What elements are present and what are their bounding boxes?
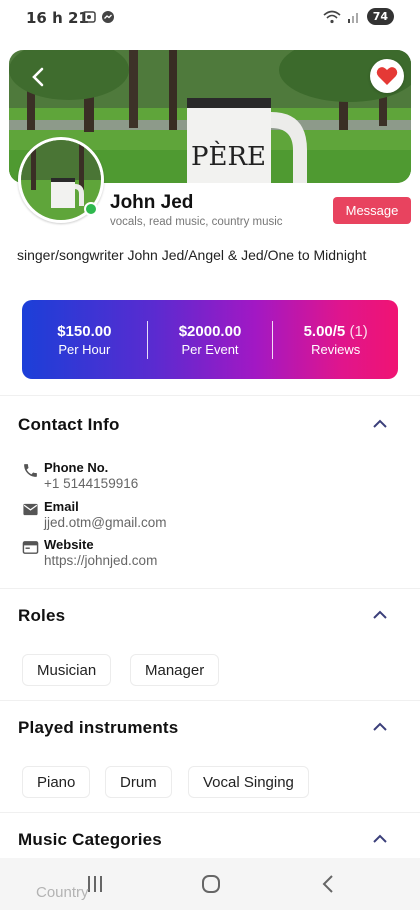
chevron-up-icon[interactable] xyxy=(372,834,388,844)
phone-value: +1 5144159916 xyxy=(44,476,139,491)
messenger-icon xyxy=(102,11,114,23)
divider xyxy=(0,700,420,701)
profile-bio: singer/songwriter John Jed/Angel & Jed/O… xyxy=(17,247,367,263)
rate-per-event-value: $2000.00 xyxy=(178,322,242,340)
role-chip: Musician xyxy=(22,654,112,686)
status-bar: 16 h 21 74 xyxy=(0,0,420,36)
email-label: Email xyxy=(44,499,79,514)
instrument-chip: Drum xyxy=(105,766,172,798)
status-time: 16 h 21 xyxy=(26,9,89,27)
status-notification-icons xyxy=(82,10,115,24)
email-value: jjed.otm@gmail.com xyxy=(44,515,167,530)
online-status-indicator xyxy=(84,202,98,216)
divider xyxy=(0,812,420,813)
mug-text: PÈRE xyxy=(191,140,266,172)
rate-reviews[interactable]: 5.00/5 (1) Reviews xyxy=(273,323,398,357)
rate-per-hour: $150.00 Per Hour xyxy=(22,323,147,357)
rate-per-event-label: Per Event xyxy=(181,341,239,357)
status-right: 74 xyxy=(323,8,394,25)
role-chip: Manager xyxy=(130,654,220,686)
rate-per-event: $2000.00 Per Event xyxy=(148,323,273,357)
chevron-up-icon[interactable] xyxy=(372,419,388,429)
screenshot-icon xyxy=(82,11,96,23)
rates-card: $150.00 Per Hour $2000.00 Per Event 5.00… xyxy=(22,300,398,379)
instruments-title: Played instruments xyxy=(18,718,179,737)
contact-info-title: Contact Info xyxy=(18,415,120,434)
rate-per-hour-label: Per Hour xyxy=(58,341,111,357)
rate-per-hour-value: $150.00 xyxy=(57,322,112,340)
home-icon[interactable] xyxy=(201,874,221,894)
chevron-up-icon[interactable] xyxy=(372,722,388,732)
reviews-score: 5.00/5 xyxy=(303,322,346,340)
wifi-icon xyxy=(323,10,341,23)
chevron-up-icon[interactable] xyxy=(372,610,388,620)
website-label: Website xyxy=(44,537,94,552)
reviews-label: Reviews xyxy=(311,341,361,357)
divider xyxy=(0,395,420,396)
signal-icon xyxy=(347,12,358,23)
back-arrow-icon[interactable] xyxy=(26,64,52,90)
website-value: https://johnjed.com xyxy=(44,553,158,568)
website-icon xyxy=(22,541,39,554)
instrument-chip: Vocal Singing xyxy=(188,766,309,798)
profile-tags: vocals, read music, country music xyxy=(110,216,283,228)
roles-title: Roles xyxy=(18,606,66,625)
category-chip: Country xyxy=(36,884,89,901)
music-categories-title: Music Categories xyxy=(18,830,162,849)
battery-indicator: 74 xyxy=(366,8,394,25)
reviews-count: (1) xyxy=(349,322,368,340)
heart-icon xyxy=(376,67,398,85)
message-button[interactable]: Message xyxy=(333,197,411,224)
phone-label: Phone No. xyxy=(44,460,109,475)
instrument-chip: Piano xyxy=(22,766,91,798)
favorite-button[interactable] xyxy=(370,59,404,93)
divider xyxy=(0,588,420,589)
phone-icon xyxy=(24,464,37,477)
profile-name: John Jed xyxy=(110,192,194,213)
email-icon xyxy=(23,503,38,516)
back-icon[interactable] xyxy=(320,874,336,894)
